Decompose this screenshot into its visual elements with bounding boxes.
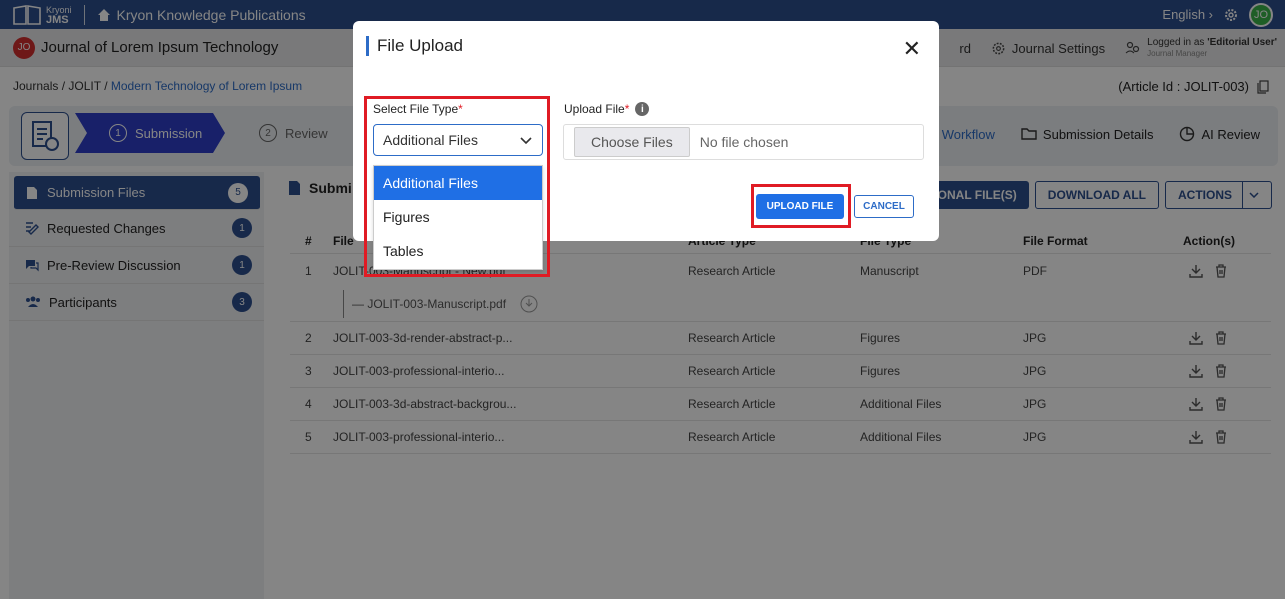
highlight-box-upload (751, 184, 851, 228)
highlight-box-file-type (364, 96, 550, 277)
file-input[interactable]: Choose Files No file chosen (563, 124, 924, 160)
upload-file-label: Upload File* i (564, 102, 650, 116)
cancel-button[interactable]: CANCEL (854, 195, 914, 218)
choose-files-button[interactable]: Choose Files (574, 127, 690, 157)
modal-title: File Upload (366, 36, 463, 56)
close-icon[interactable]: ✕ (903, 36, 921, 62)
info-icon[interactable]: i (635, 102, 650, 116)
no-file-text: No file chosen (699, 134, 789, 150)
